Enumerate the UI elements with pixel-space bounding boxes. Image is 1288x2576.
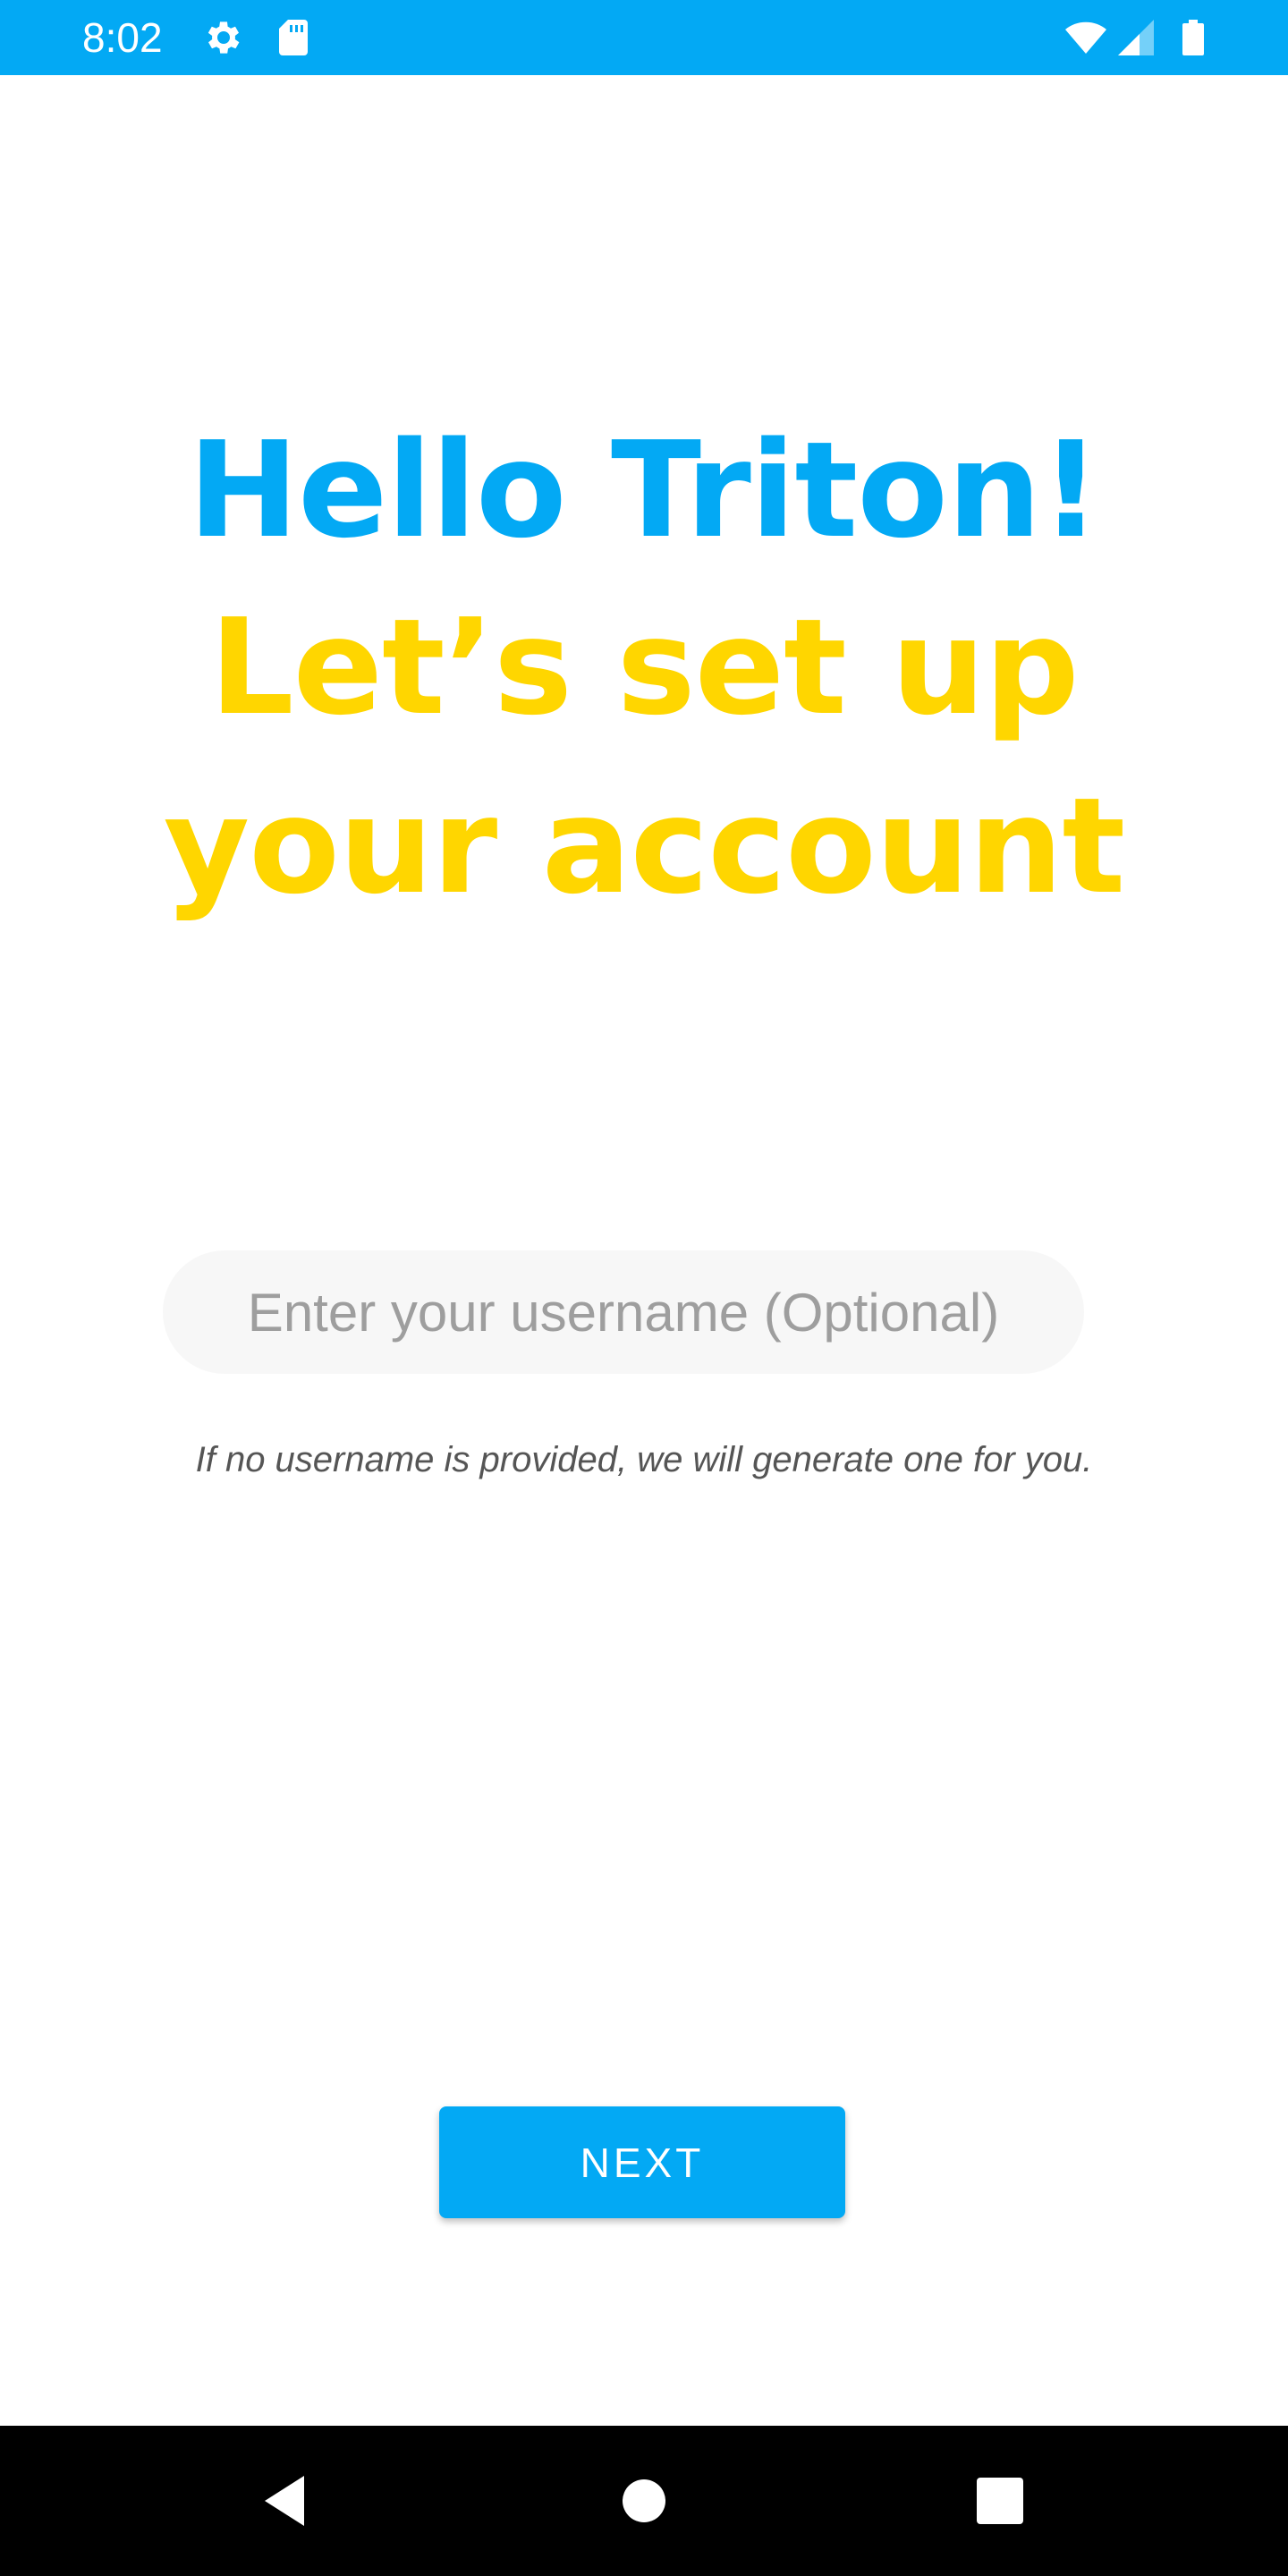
setup-text-line-1: Let’s set up [209, 590, 1079, 744]
navigation-bar [0, 2426, 1288, 2576]
cell-signal-icon [1114, 16, 1157, 59]
back-icon[interactable] [250, 2465, 322, 2537]
gear-icon [202, 16, 245, 59]
recents-icon[interactable] [964, 2465, 1036, 2537]
username-hint: If no username is provided, we will gene… [195, 1440, 1093, 1479]
sd-card-icon [272, 16, 315, 59]
status-time: 8:02 [82, 14, 163, 61]
next-button[interactable]: NEXT [439, 2106, 845, 2218]
status-bar: 8:02 [0, 0, 1288, 75]
greeting-text: Hello Triton! [188, 413, 1101, 567]
welcome-headline: Hello Triton! Let’s set up your account [0, 402, 1288, 936]
username-input[interactable] [163, 1250, 1084, 1374]
account-setup-screen: 8:02 Hello Triton! Let’s set up your acc… [0, 0, 1288, 2576]
wifi-icon [1064, 16, 1107, 59]
setup-text-line-2: your account [163, 769, 1126, 923]
home-icon[interactable] [608, 2465, 680, 2537]
battery-icon [1172, 16, 1215, 59]
